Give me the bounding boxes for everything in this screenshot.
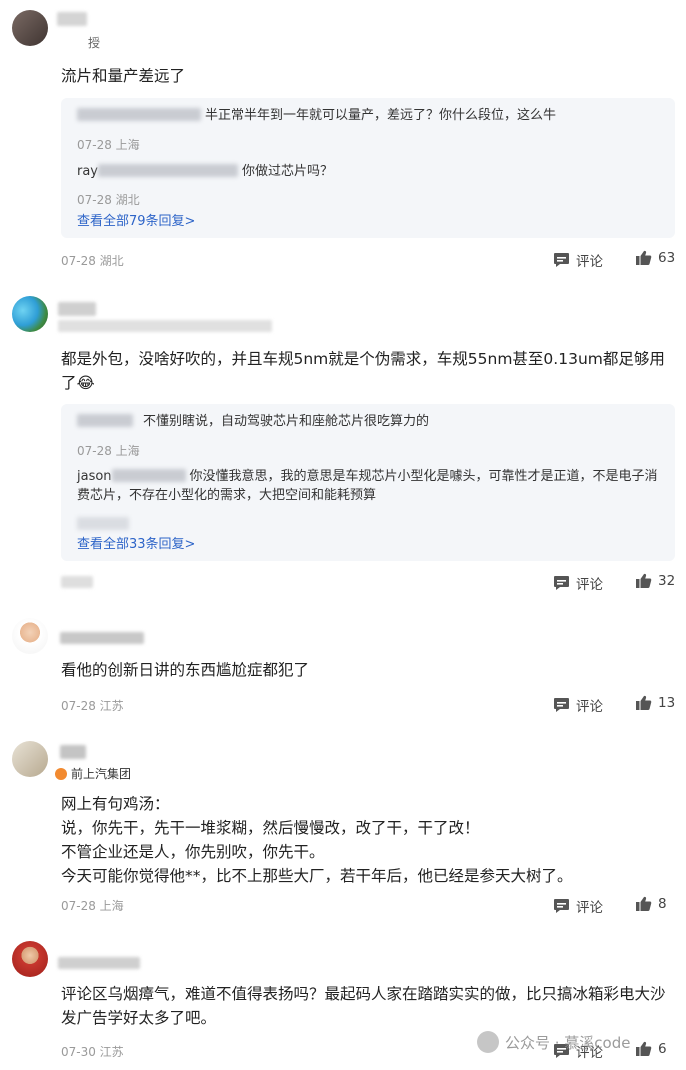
- reply-text: 不懂别瞎说，自动驾驶芯片和座舱芯片很吃算力的: [143, 414, 430, 429]
- comment-meta-blurred: [61, 576, 93, 588]
- organization-label: 前上汽集团: [71, 767, 132, 781]
- thumbs-up-icon: [635, 250, 652, 266]
- comment-icon: [553, 697, 570, 713]
- view-all-replies-link[interactable]: 查看全部33条回复>: [77, 533, 195, 552]
- reply-username-blurred[interactable]: [98, 164, 239, 177]
- like-button[interactable]: 13: [635, 695, 675, 711]
- comment-button[interactable]: 评论: [553, 250, 603, 270]
- like-button[interactable]: 32: [635, 573, 675, 589]
- avatar[interactable]: [12, 741, 48, 777]
- avatar[interactable]: [12, 941, 48, 977]
- reply-text: 半正常半年到一年就可以量产，差远了？你什么段位，这么牛: [205, 108, 557, 123]
- watermark: 公众号 · 慕溪code: [477, 1031, 630, 1053]
- avatar[interactable]: [12, 618, 48, 654]
- reply-meta: 07-28 湖北: [77, 193, 140, 207]
- comment-2: 都是外包，没啥好吹的，并且车规5nm就是个伪需求，车规55nm甚至0.13um都…: [0, 290, 686, 600]
- comment-meta: 07-30 江苏: [61, 1045, 124, 1059]
- comment-icon: [553, 898, 570, 914]
- comment-1: 授 流片和量产差远了 半正常半年到一年就可以量产，差远了？你什么段位，这么牛 0…: [0, 0, 686, 280]
- reply-box: 半正常半年到一年就可以量产，差远了？你什么段位，这么牛 07-28 上海 ray…: [61, 98, 675, 238]
- like-count: 6: [658, 1041, 667, 1057]
- comment-button[interactable]: 评论: [553, 573, 603, 593]
- comment-text: 网上有句鸡汤： 说，你先干，先干一堆浆糊，然后慢慢改，改了干，干了改！ 不管企业…: [61, 795, 573, 885]
- comment-meta: 07-28 江苏: [61, 699, 124, 713]
- watermark-text: 公众号 · 慕溪code: [505, 1033, 631, 1052]
- username-blurred[interactable]: [57, 12, 87, 26]
- reply-username-blurred[interactable]: [77, 108, 201, 121]
- comment-icon: [553, 252, 570, 268]
- user-organization: 前上汽集团: [55, 765, 131, 782]
- username-blurred[interactable]: [60, 632, 144, 644]
- reply-line: 半正常半年到一年就可以量产，差远了？你什么段位，这么牛: [77, 106, 659, 125]
- view-all-replies-link[interactable]: 查看全部79条回复>: [77, 210, 195, 229]
- thumbs-up-icon: [635, 573, 652, 589]
- comment-meta: 07-28 上海: [61, 899, 124, 913]
- like-count: 13: [658, 695, 676, 711]
- reply-meta: 07-28 上海: [77, 444, 140, 458]
- username-blurred[interactable]: [60, 745, 86, 759]
- reply-line: 不懂别瞎说，自动驾驶芯片和座舱芯片很吃算力的: [77, 412, 659, 431]
- comment-button[interactable]: 评论: [553, 695, 603, 715]
- thumbs-up-icon: [635, 1041, 652, 1057]
- comment-4: 前上汽集团 网上有句鸡汤： 说，你先干，先干一堆浆糊，然后慢慢改，改了干，干了改…: [0, 735, 686, 925]
- avatar[interactable]: [12, 296, 48, 332]
- like-button[interactable]: 8: [635, 896, 667, 912]
- like-count: 63: [658, 250, 676, 266]
- comment-button-label: 评论: [576, 699, 603, 715]
- username-suffix: 授: [88, 36, 101, 50]
- user-subtitle-blurred: [58, 320, 272, 332]
- comment-button-label: 评论: [576, 900, 603, 916]
- reply-line: jason 你没懂我意思，我的意思是车规芯片小型化是噱头，可靠性才是正道，不是电子…: [77, 467, 659, 505]
- comment-text: 流片和量产差远了: [61, 67, 186, 85]
- comment-meta: 07-28 湖北: [61, 254, 124, 268]
- reply-box: 不懂别瞎说，自动驾驶芯片和座舱芯片很吃算力的 07-28 上海 jason 你没懂…: [61, 404, 675, 561]
- thumbs-up-icon: [635, 896, 652, 912]
- reply-meta: 07-28 上海: [77, 138, 140, 152]
- comment-button-label: 评论: [576, 254, 603, 270]
- username-blurred[interactable]: [58, 957, 140, 969]
- username-blurred[interactable]: [58, 302, 96, 316]
- comment-icon: [553, 575, 570, 591]
- reply-meta-blurred: [77, 517, 129, 530]
- reply-line: ray 你做过芯片吗？: [77, 162, 659, 181]
- reply-username-blurred[interactable]: [111, 469, 186, 482]
- like-button[interactable]: 63: [635, 250, 675, 266]
- reply-username-prefix[interactable]: ray: [77, 164, 98, 179]
- reply-username-blurred[interactable]: [77, 414, 133, 427]
- comment-text: 评论区乌烟瘴气，难道不值得表扬吗？最起码人家在踏踏实实的做，比只搞冰箱彩电大沙发…: [61, 985, 666, 1027]
- like-button[interactable]: 6: [635, 1041, 667, 1057]
- thumbs-up-icon: [635, 695, 652, 711]
- comment-text: 看他的创新日讲的东西尴尬症都犯了: [61, 661, 310, 679]
- verified-badge-icon: [55, 767, 67, 780]
- comment-text: 都是外包，没啥好吹的，并且车规5nm就是个伪需求，车规55nm甚至0.13um都…: [61, 350, 665, 392]
- reply-username-prefix[interactable]: jason: [77, 469, 112, 484]
- reply-text: 你做过芯片吗？: [242, 164, 334, 179]
- avatar[interactable]: [12, 10, 48, 46]
- wechat-official-account-icon: [477, 1031, 499, 1053]
- like-count: 8: [658, 896, 667, 912]
- comment-button[interactable]: 评论: [553, 896, 603, 916]
- comment-3: 看他的创新日讲的东西尴尬症都犯了 07-28 江苏 评论 13: [0, 610, 686, 725]
- comment-button-label: 评论: [576, 577, 603, 593]
- like-count: 32: [658, 573, 676, 589]
